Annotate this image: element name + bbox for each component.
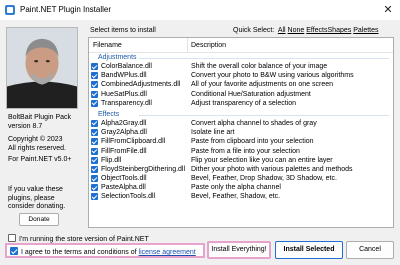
plugin-filename: SelectionTools.dll	[101, 193, 156, 201]
plugin-description: Bevel, Feather, Drop Shadow, 3D Shadow, …	[191, 175, 337, 183]
plugin-description: All of your favorite adjustments on one …	[191, 81, 334, 89]
column-divider	[187, 38, 188, 53]
plugin-row[interactable]: FillFromClipboard.dll Paste from clipboar…	[89, 137, 393, 146]
plugin-row[interactable]: Alpha2Gray.dll Convert alpha channel to s…	[89, 119, 393, 128]
plugin-description: Shift the overall color balance of your …	[191, 63, 328, 70]
plugin-checkbox[interactable]	[91, 165, 98, 173]
window-title: Paint.NET Plugin Installer	[20, 5, 112, 14]
plugin-row[interactable]: Transparency.dll Adjust transparency of a…	[89, 99, 393, 108]
column-header-description[interactable]: Description	[191, 42, 226, 49]
title-bar: Paint.NET Plugin Installer ✕	[0, 0, 400, 20]
plugin-description: Paste from clipboard into your selection	[191, 138, 314, 146]
column-header-filename[interactable]: Filename	[93, 42, 122, 49]
plugin-checkbox[interactable]	[91, 138, 98, 146]
plugin-checkbox[interactable]	[91, 119, 98, 127]
pack-name: BoltBait Plugin Pack	[8, 114, 72, 121]
pdn-version-note: For Paint.NET v5.0+	[8, 156, 72, 163]
plugin-checkbox[interactable]	[91, 81, 98, 89]
donation-note-line: If you value these	[8, 186, 63, 193]
quick-select-effects[interactable]: Effects	[306, 27, 327, 34]
select-items-label: Select items to install	[90, 27, 156, 34]
plugin-row[interactable]: CombinedAdjustments.dll All of your favor…	[89, 80, 393, 89]
plugin-filename: CombinedAdjustments.dll	[101, 81, 181, 89]
plugin-description: Paste from a file into your selection	[191, 147, 300, 155]
plugin-row[interactable]: ColorBalance.dll Shift the overall color …	[89, 62, 393, 71]
plugin-row[interactable]: BandWPlus.dll Convert your photo to B&W u…	[89, 71, 393, 80]
close-icon[interactable]: ✕	[380, 2, 396, 18]
store-version-option[interactable]: I'm running the store version of Paint.N…	[8, 234, 149, 243]
plugin-filename: BandWPlus.dll	[101, 72, 147, 80]
rights-line: All rights reserved.	[8, 144, 66, 152]
quick-select-none[interactable]: None	[288, 27, 305, 34]
plugin-checkbox[interactable]	[91, 156, 98, 164]
plugin-list[interactable]: Filename Description Adjustments ColorBal…	[88, 37, 394, 228]
plugin-description: Isolate line art	[191, 129, 235, 137]
plugin-row[interactable]: ObjectTools.dll Bevel, Feather, Drop Shad…	[89, 174, 393, 183]
group-header: Adjustments	[89, 53, 393, 62]
donation-note-line: plugins, please	[8, 194, 55, 202]
license-agreement-option[interactable]: I agree to the terms and conditions of l…	[5, 243, 205, 258]
plugin-filename: FloydSteinbergDithering.dll	[101, 165, 186, 173]
donation-note-line: consider donating.	[8, 203, 66, 211]
plugin-filename: Transparency.dll	[101, 99, 152, 107]
pack-version: version 8.7	[8, 122, 43, 130]
plugin-description: Convert your photo to B&W using various …	[191, 72, 354, 80]
plugin-row[interactable]: SelectionTools.dll Bevel, Feather, Shadow…	[89, 192, 393, 201]
donation-note: If you value these plugins, please consi…	[8, 186, 65, 212]
plugin-rows: Adjustments ColorBalance.dll Shift the ove…	[89, 53, 393, 202]
donate-button[interactable]: Donate	[19, 213, 59, 226]
plugin-row[interactable]: FloydSteinbergDithering.dll Dither your p…	[89, 165, 393, 174]
store-version-checkbox[interactable]	[8, 234, 16, 242]
cancel-button[interactable]: Cancel	[346, 241, 394, 259]
plugin-description: Paste only the alpha channel	[191, 184, 281, 192]
paintnet-app-icon	[5, 5, 15, 15]
quick-select: Quick Select: All None EffectsShapes Pal…	[233, 27, 379, 34]
plugin-filename: ColorBalance.dll	[101, 63, 152, 70]
quick-select-all[interactable]: All	[278, 27, 286, 34]
plugin-filename: Flip.dll	[101, 156, 122, 164]
plugin-checkbox[interactable]	[91, 90, 98, 98]
author-photo	[6, 27, 78, 109]
plugin-description: Convert alpha channel to shades of gray	[191, 119, 317, 127]
plugin-filename: Gray2Alpha.dll	[101, 129, 147, 137]
plugin-description: Flip your selection like you can an enti…	[191, 156, 333, 164]
plugin-checkbox[interactable]	[91, 63, 98, 70]
plugin-row[interactable]: FillFromFile.dll Paste from a file into y…	[89, 147, 393, 156]
plugin-row[interactable]: HueSatPlus.dll Conditional Hue/Saturation…	[89, 90, 393, 99]
quick-select-palettes[interactable]: Palettes	[353, 27, 378, 34]
license-agreement-link[interactable]: license agreement	[139, 249, 196, 256]
plugin-filename: Alpha2Gray.dll	[101, 119, 147, 127]
quick-select-shapes[interactable]: Shapes	[328, 27, 352, 34]
plugin-description: Conditional Hue/Saturation adjustment	[191, 90, 311, 98]
install-everything-button[interactable]: Install Everything!	[207, 241, 271, 259]
plugin-row[interactable]: PasteAlpha.dll Paste only the alpha chann…	[89, 183, 393, 192]
plugin-description: Bevel, Feather, Shadow, etc.	[191, 193, 281, 201]
plugin-filename: FillFromClipboard.dll	[101, 138, 166, 146]
plugin-checkbox[interactable]	[91, 147, 98, 155]
plugin-checkbox[interactable]	[91, 72, 98, 80]
group-header: Effects	[89, 110, 393, 119]
plugin-checkbox[interactable]	[91, 175, 98, 183]
plugin-description: Adjust transparency of a selection	[191, 99, 297, 107]
plugin-filename: FillFromFile.dll	[101, 147, 147, 155]
plugin-filename: PasteAlpha.dll	[101, 184, 146, 192]
plugin-row[interactable]: Flip.dll Flip your selection like you can…	[89, 156, 393, 165]
list-header: Filename Description	[89, 38, 393, 53]
plugin-checkbox[interactable]	[91, 184, 98, 192]
plugin-checkbox[interactable]	[91, 99, 98, 107]
plugin-filename: HueSatPlus.dll	[101, 90, 147, 98]
plugin-checkbox[interactable]	[91, 129, 98, 137]
plugin-filename: ObjectTools.dll	[101, 175, 147, 183]
plugin-row[interactable]: Gray2Alpha.dll Isolate line art	[89, 128, 393, 137]
plugin-description: Dither your photo with various palettes …	[191, 165, 353, 173]
copyright-line: Copyright © 2023	[8, 136, 63, 143]
pack-info: BoltBait Plugin Pack version 8.7	[8, 114, 71, 131]
store-version-label: I'm running the store version of Paint.N…	[19, 236, 149, 243]
agree-label: I agree to the terms and conditions of	[21, 249, 137, 256]
quick-select-label: Quick Select:	[233, 27, 275, 34]
plugin-checkbox[interactable]	[91, 193, 98, 201]
agree-checkbox[interactable]	[10, 247, 18, 255]
copyright-info: Copyright © 2023 All rights reserved.	[8, 136, 66, 153]
install-selected-button[interactable]: Install Selected	[275, 241, 343, 259]
